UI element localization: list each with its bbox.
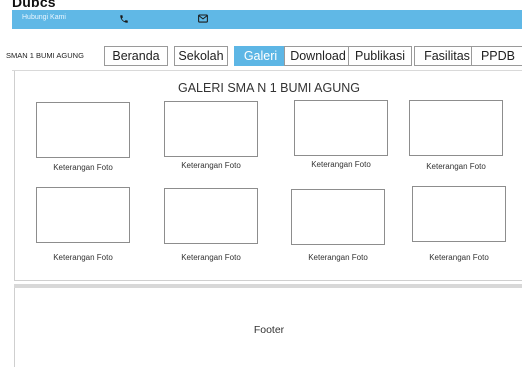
photo-placeholder[interactable] <box>164 188 258 244</box>
photo-placeholder[interactable] <box>412 186 506 242</box>
photo-caption: Keterangan Foto <box>53 253 113 262</box>
phone-icon[interactable] <box>119 13 129 25</box>
gallery-section: GALERI SMA N 1 BUMI AGUNG Keterangan Fot… <box>14 71 522 281</box>
brand-name[interactable]: SMAN 1 BUMI AGUNG <box>6 51 84 60</box>
photo-caption: Keterangan Foto <box>181 253 241 262</box>
photo-placeholder[interactable] <box>36 102 130 158</box>
photo-caption: Keterangan Foto <box>426 162 486 171</box>
nav-sekolah[interactable]: Sekolah <box>174 46 228 66</box>
nav-beranda[interactable]: Beranda <box>104 46 168 66</box>
page-label: Dubcs <box>12 0 56 10</box>
photo-caption: Keterangan Foto <box>311 160 371 169</box>
contact-label[interactable]: Hubungi Kami <box>22 14 66 21</box>
gallery-title: GALERI SMA N 1 BUMI AGUNG <box>178 81 360 95</box>
photo-placeholder[interactable] <box>291 189 385 245</box>
nav-galeri[interactable]: Galeri <box>234 46 287 66</box>
photo-placeholder[interactable] <box>409 100 503 156</box>
nav-download[interactable]: Download <box>284 46 352 66</box>
mail-icon[interactable] <box>198 14 208 23</box>
top-contact-bar: Hubungi Kami <box>12 10 522 29</box>
photo-caption: Keterangan Foto <box>53 163 113 172</box>
photo-placeholder[interactable] <box>294 100 388 156</box>
photo-placeholder[interactable] <box>36 187 130 243</box>
footer: Footer <box>14 288 522 367</box>
nav-ppdb[interactable]: PPDB <box>471 46 522 66</box>
photo-caption: Keterangan Foto <box>308 253 368 262</box>
photo-placeholder[interactable] <box>164 101 258 157</box>
website-mockup: Hubungi Kami SMAN 1 BUMI AGUNG Beranda S… <box>6 10 522 367</box>
footer-text: Footer <box>253 324 285 336</box>
nav-publikasi[interactable]: Publikasi <box>348 46 412 66</box>
photo-caption: Keterangan Foto <box>181 161 241 170</box>
main-navbar: SMAN 1 BUMI AGUNG Beranda Sekolah Galeri… <box>6 29 522 71</box>
photo-caption: Keterangan Foto <box>429 253 489 262</box>
